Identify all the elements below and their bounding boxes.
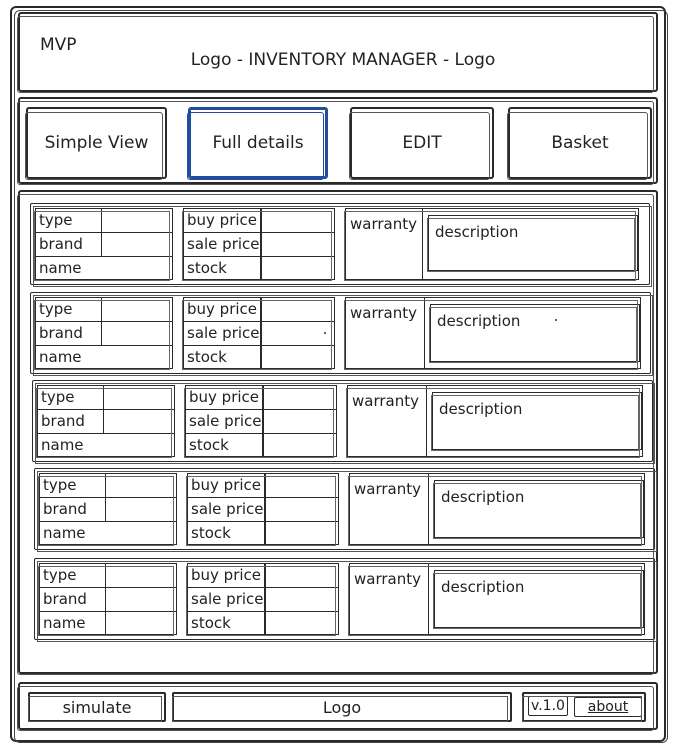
warranty-label: warranty bbox=[350, 304, 417, 322]
description-box: description bbox=[433, 480, 644, 539]
description-label: description bbox=[441, 488, 525, 506]
buy-price-label: buy price bbox=[191, 566, 262, 584]
name-label: name bbox=[39, 348, 82, 366]
list-item[interactable]: type brand name buy price sale price sto… bbox=[34, 468, 657, 552]
brand-label: brand bbox=[43, 500, 87, 518]
sale-price-label: sale price bbox=[189, 412, 262, 430]
type-label: type bbox=[43, 566, 77, 584]
brand-label: brand bbox=[39, 324, 83, 342]
type-label: type bbox=[43, 476, 77, 494]
details-fields: warranty description bbox=[348, 473, 645, 546]
description-label: description bbox=[437, 312, 521, 330]
warranty-label: warranty bbox=[354, 480, 421, 498]
about-label: about bbox=[587, 699, 629, 715]
tab-basket[interactable]: Basket bbox=[507, 107, 652, 180]
name-label: name bbox=[39, 259, 82, 277]
app-title: Logo - INVENTORY MANAGER - Logo bbox=[190, 50, 496, 70]
list-item[interactable]: type brand name buy price sale price sto… bbox=[34, 558, 657, 642]
buy-price-label: buy price bbox=[187, 211, 258, 229]
details-fields: warranty description bbox=[344, 297, 641, 370]
warranty-label: warranty bbox=[354, 570, 421, 588]
tab-simple-view[interactable]: Simple View bbox=[25, 107, 167, 180]
stock-label: stock bbox=[187, 348, 227, 366]
item-list: type brand name buy price sale price sto… bbox=[17, 190, 658, 675]
identity-fields: type brand name bbox=[34, 297, 173, 370]
simulate-label: simulate bbox=[62, 697, 132, 717]
list-item[interactable]: type brand name buy price sale price sto… bbox=[30, 292, 653, 376]
stock-label: stock bbox=[189, 436, 229, 454]
sale-price-label: sale price bbox=[191, 590, 264, 608]
identity-fields: type brand name bbox=[38, 473, 177, 546]
identity-fields: type brand name bbox=[36, 385, 175, 458]
warranty-label: warranty bbox=[350, 215, 417, 233]
footer: simulate Logo v.1.0 about bbox=[17, 682, 658, 731]
price-fields: buy price sale price stock bbox=[186, 473, 339, 546]
type-label: type bbox=[41, 388, 75, 406]
identity-fields: type brand name bbox=[38, 563, 177, 636]
description-label: description bbox=[441, 578, 525, 596]
warranty-label: warranty bbox=[352, 392, 419, 410]
stock-label: stock bbox=[191, 614, 231, 632]
description-label: description bbox=[439, 400, 523, 418]
name-label: name bbox=[43, 614, 86, 632]
tab-edit[interactable]: EDIT bbox=[349, 107, 494, 180]
description-box: description bbox=[433, 570, 644, 629]
type-label: type bbox=[39, 211, 73, 229]
description-label: description bbox=[435, 223, 519, 241]
stock-label: stock bbox=[187, 259, 227, 277]
buy-price-label: buy price bbox=[189, 388, 260, 406]
price-fields: buy price sale price stock bbox=[184, 385, 337, 458]
details-fields: warranty description bbox=[344, 208, 639, 281]
footer-meta-group: v.1.0 about bbox=[522, 692, 646, 722]
buy-price-label: buy price bbox=[191, 476, 262, 494]
buy-price-label: buy price bbox=[187, 300, 258, 318]
header: MVP Logo - INVENTORY MANAGER - Logo bbox=[17, 12, 658, 93]
identity-fields: type brand name bbox=[34, 208, 173, 281]
footer-logo: Logo bbox=[172, 692, 512, 722]
description-box: description bbox=[429, 304, 640, 363]
description-box: description bbox=[431, 392, 642, 451]
tab-label: Simple View bbox=[44, 133, 149, 153]
tab-label: Basket bbox=[551, 133, 609, 153]
brand-label: brand bbox=[41, 412, 85, 430]
price-fields: buy price sale price stock bbox=[186, 563, 339, 636]
description-box: description bbox=[427, 215, 638, 272]
footer-logo-label: Logo bbox=[322, 697, 362, 717]
nav-bar: Simple View Full details EDIT Basket bbox=[17, 97, 658, 185]
name-label: name bbox=[43, 524, 86, 542]
simulate-button[interactable]: simulate bbox=[28, 692, 166, 722]
details-fields: warranty description bbox=[346, 385, 643, 458]
about-button[interactable]: about bbox=[574, 697, 642, 717]
version-label: v.1.0 bbox=[531, 698, 565, 714]
brand-label: brand bbox=[43, 590, 87, 608]
type-label: type bbox=[39, 300, 73, 318]
tab-label: EDIT bbox=[402, 133, 442, 153]
sale-price-label: sale price bbox=[191, 500, 264, 518]
stock-label: stock bbox=[191, 524, 231, 542]
list-item[interactable]: type brand name buy price sale price sto… bbox=[30, 203, 652, 287]
version-badge: v.1.0 bbox=[528, 696, 568, 716]
brand-label: brand bbox=[39, 235, 83, 253]
tab-full-details[interactable]: Full details bbox=[187, 107, 328, 180]
sale-price-label: sale price bbox=[187, 235, 260, 253]
price-fields: buy price sale price stock bbox=[182, 297, 335, 370]
price-fields: buy price sale price stock bbox=[182, 208, 335, 281]
sale-price-label: sale price bbox=[187, 324, 260, 342]
name-label: name bbox=[41, 436, 84, 454]
details-fields: warranty description bbox=[348, 563, 645, 636]
tab-label: Full details bbox=[212, 133, 304, 153]
list-item[interactable]: type brand name buy price sale price sto… bbox=[32, 380, 655, 464]
